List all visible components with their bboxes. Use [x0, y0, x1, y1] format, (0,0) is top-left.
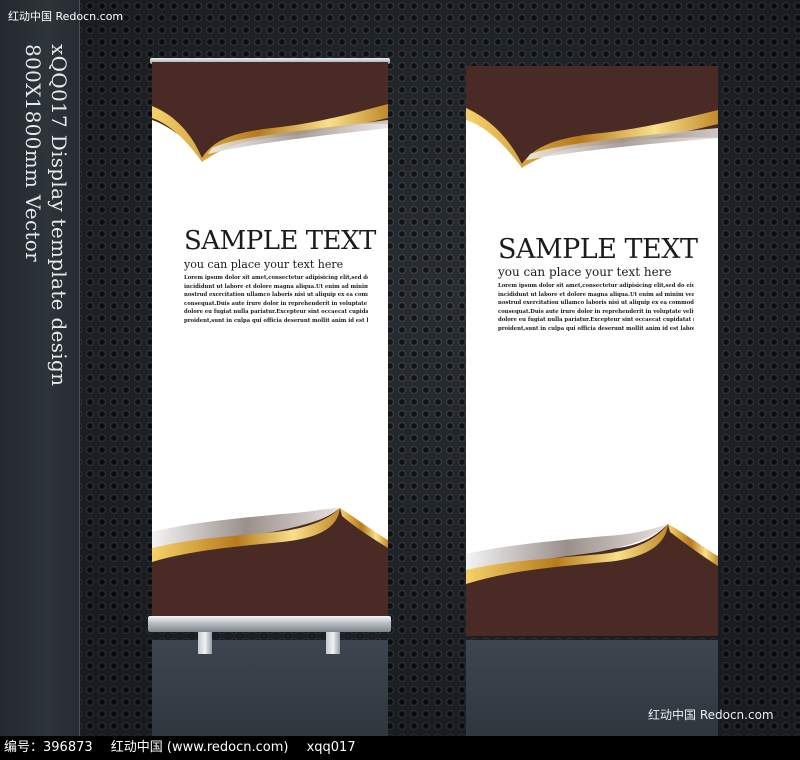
banner-left-subtitle: you can place your text here — [184, 258, 344, 271]
banner-left-body-line: consequat.Duis aute irure dolor in repre… — [184, 300, 368, 307]
stand-foot-right — [326, 632, 340, 654]
footer-site: 红动中国 (www.redocn.com) — [110, 740, 289, 755]
banner-left-body-line: proident,sunt in culpa qui officia deser… — [184, 317, 368, 324]
banner-left-body: Lorem ipsum dolor sit amet,consectetur a… — [184, 274, 368, 326]
side-strip: xQQ017 Display template design 800X1800m… — [0, 0, 80, 736]
banner-right-body-line: dolore eu fugiat nulla pariatur.Excepteu… — [498, 317, 694, 324]
stand-foot-left — [198, 632, 212, 654]
banner-left-body-line: dolore eu fugiat nulla pariatur.Excepteu… — [184, 309, 368, 316]
side-title-text: xQQ017 Display template design 800X1800m… — [16, 44, 72, 404]
watermark-bottom: 红动中国 Redocn.com — [648, 708, 774, 722]
banner-right-body-line: consequat.Duis aute irure dolor in repre… — [498, 308, 694, 315]
floor-left — [152, 640, 388, 736]
banner-right-title: SAMPLE TEXT — [498, 234, 698, 265]
banner-left-body-line: nostrud exercitation ullamco laboris nis… — [184, 292, 368, 299]
footer-id: 编号：396873 — [4, 740, 93, 755]
banner-left-body-line: Lorem ipsum dolor sit amet,consectetur a… — [184, 275, 368, 281]
banner-left-title: SAMPLE TEXT — [184, 226, 376, 256]
footer-code: xqq017 — [306, 740, 356, 755]
display-background: xQQ017 Display template design 800X1800m… — [0, 0, 800, 736]
banner-left-wave-graphics — [152, 62, 388, 618]
side-title-line-2: 800X1800mm Vector — [21, 44, 45, 262]
banner-right-body-line: nostrud exercitation ullamco laboris nis… — [498, 300, 694, 307]
banner-right-subtitle: you can place your text here — [498, 265, 672, 279]
banner-right-body-line: proident,sunt in culpa qui officia deser… — [498, 325, 694, 332]
banner-right-body-line: incididunt ut labore et dolore magna ali… — [498, 291, 694, 298]
banner-right: SAMPLE TEXT you can place your text here… — [466, 66, 718, 636]
banner-right-wave-graphics — [466, 66, 718, 636]
footer-bar: 编号：396873 红动中国 (www.redocn.com) xqq017 — [0, 736, 800, 760]
banner-right-body-line: Lorem ipsum dolor sit amet,consectetur a… — [498, 283, 694, 289]
watermark-top: 红动中国 Redocn.com — [8, 10, 124, 23]
banner-right-body: Lorem ipsum dolor sit amet,consectetur a… — [498, 282, 694, 334]
banner-left-body-line: incididunt ut labore et dolore magna ali… — [184, 283, 368, 290]
side-title-line-1: xQQ017 Display template design — [47, 44, 71, 387]
banner-left: SAMPLE TEXT you can place your text here… — [152, 62, 388, 618]
stand-base — [148, 616, 391, 632]
